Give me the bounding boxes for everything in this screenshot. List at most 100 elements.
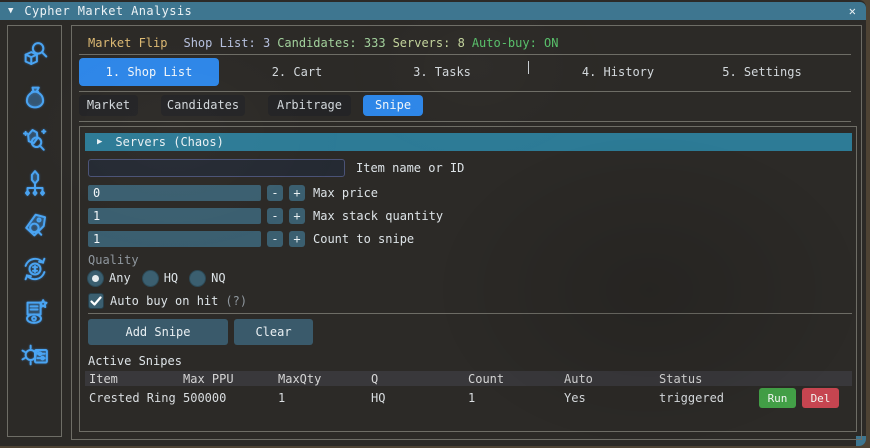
item-name-label: Item name or ID <box>356 161 464 175</box>
divider <box>79 121 851 122</box>
item-name-input[interactable] <box>88 159 345 177</box>
subtab-snipe[interactable]: Snipe <box>363 95 423 116</box>
item-name-row: Item name or ID <box>88 159 464 177</box>
stat-auto-buy: Auto-buy: ON <box>472 36 559 50</box>
count-increment-button[interactable]: + <box>289 231 305 247</box>
col-q: Q <box>371 372 468 386</box>
cell-max-qty: 1 <box>278 391 371 405</box>
quality-label: Quality <box>88 253 139 267</box>
sidebar-item-crystal-network[interactable] <box>19 167 51 198</box>
auto-buy-checkbox[interactable] <box>88 293 104 309</box>
tab-tasks[interactable]: 3. Tasks <box>413 58 471 86</box>
snipe-actions: Add Snipe Clear <box>88 319 313 345</box>
auto-buy-label[interactable]: Auto buy on hit <box>110 294 218 308</box>
divider <box>88 313 852 314</box>
money-bag-icon <box>20 82 50 112</box>
col-max-ppu: Max PPU <box>183 372 278 386</box>
settings-gear-icon <box>20 340 50 370</box>
mode-label: Market Flip <box>88 36 167 50</box>
market-exchange-icon <box>20 254 50 284</box>
tab-history[interactable]: 4. History <box>582 58 654 86</box>
max-stack-row: - + Max stack quantity <box>88 208 443 224</box>
col-count: Count <box>468 372 564 386</box>
run-button[interactable]: Run <box>759 388 796 408</box>
tab-shop-list[interactable]: 1. Shop List <box>79 58 219 86</box>
report-document-icon <box>20 297 50 327</box>
subtab-arbitrage[interactable]: Arbitrage <box>268 95 351 116</box>
sidebar <box>7 25 62 437</box>
quality-options: Any HQ NQ <box>88 270 238 286</box>
add-snipe-button[interactable]: Add Snipe <box>88 319 228 345</box>
cell-item: Crested Ring <box>89 391 183 405</box>
count-decrement-button[interactable]: - <box>267 231 283 247</box>
status-stats: Shop List: 3 Candidates: 333 Servers: 8 … <box>183 36 565 50</box>
max-stack-decrement-button[interactable]: - <box>267 208 283 224</box>
snipe-panel: ▶ Servers (Chaos) Item name or ID - + Ma… <box>79 126 857 432</box>
max-price-increment-button[interactable]: + <box>289 185 305 201</box>
count-to-snipe-row: - + Count to snipe <box>88 231 414 247</box>
auto-buy-hint[interactable]: (?) <box>225 294 247 308</box>
max-price-row: - + Max price <box>88 185 378 201</box>
snipes-table-header: Item Max PPU MaxQty Q Count Auto Status <box>85 371 852 386</box>
max-price-decrement-button[interactable]: - <box>267 185 283 201</box>
item-search-icon <box>20 39 50 69</box>
text-cursor <box>528 61 529 74</box>
radio-hq-label[interactable]: HQ <box>164 271 178 285</box>
collapse-arrow-icon[interactable]: ▶ <box>97 137 102 147</box>
cell-count: 1 <box>468 391 564 405</box>
max-stack-input[interactable] <box>88 208 261 224</box>
main-tabs: 1. Shop List 2. Cart 3. Tasks 4. History… <box>72 58 861 86</box>
sidebar-item-market-exchange[interactable] <box>19 253 51 284</box>
col-max-qty: MaxQty <box>278 372 371 386</box>
sidebar-item-item-search[interactable] <box>19 38 51 69</box>
cell-auto: Yes <box>564 391 659 405</box>
status-text: triggered <box>659 391 724 405</box>
max-price-label: Max price <box>313 186 378 200</box>
divider <box>79 91 851 92</box>
window-title: Cypher Market Analysis <box>24 4 192 18</box>
radio-hq[interactable] <box>143 271 158 286</box>
cell-status: triggered Run Del <box>659 388 852 408</box>
divider <box>79 54 851 55</box>
radio-any[interactable] <box>88 271 103 286</box>
col-item: Item <box>89 372 183 386</box>
app-window: ▼ Cypher Market Analysis ✕ <box>0 0 866 446</box>
cell-max-ppu: 500000 <box>183 391 278 405</box>
sidebar-item-report-document[interactable] <box>19 296 51 327</box>
sidebar-item-price-tag-search[interactable] <box>19 210 51 241</box>
max-price-input[interactable] <box>88 185 261 201</box>
tab-settings[interactable]: 5. Settings <box>722 58 801 86</box>
stat-candidates: Candidates: 333 <box>277 36 385 50</box>
gem-appraisal-icon <box>20 125 50 155</box>
sidebar-item-settings-gear[interactable] <box>19 339 51 370</box>
sidebar-item-money-bag[interactable] <box>19 81 51 112</box>
max-stack-increment-button[interactable]: + <box>289 208 305 224</box>
cell-q: HQ <box>371 391 468 405</box>
window-menu-icon[interactable]: ▼ <box>8 2 13 20</box>
radio-any-label[interactable]: Any <box>109 271 131 285</box>
status-header: Market Flip Shop List: 3 Candidates: 333… <box>88 36 566 50</box>
price-tag-search-icon <box>20 211 50 241</box>
max-stack-label: Max stack quantity <box>313 209 443 223</box>
active-snipes-title: Active Snipes <box>88 354 182 368</box>
checkmark-icon <box>90 295 102 307</box>
sub-tabs: Market Candidates Arbitrage Snipe <box>72 95 861 116</box>
clear-button[interactable]: Clear <box>234 319 313 345</box>
close-icon[interactable]: ✕ <box>849 4 856 18</box>
count-to-snipe-input[interactable] <box>88 231 261 247</box>
auto-buy-row: Auto buy on hit (?) <box>88 292 247 309</box>
servers-header[interactable]: ▶ Servers (Chaos) <box>85 133 852 151</box>
servers-header-label: Servers (Chaos) <box>115 135 223 149</box>
del-button[interactable]: Del <box>802 388 839 408</box>
radio-nq-label[interactable]: NQ <box>211 271 225 285</box>
count-to-snipe-label: Count to snipe <box>313 232 414 246</box>
col-status: Status <box>659 372 852 386</box>
subtab-candidates[interactable]: Candidates <box>161 95 245 116</box>
title-bar[interactable]: ▼ Cypher Market Analysis ✕ <box>0 2 866 20</box>
sidebar-item-gem-appraisal[interactable] <box>19 124 51 155</box>
stat-servers: Servers: 8 <box>393 36 465 50</box>
radio-nq[interactable] <box>190 271 205 286</box>
tab-cart[interactable]: 2. Cart <box>272 58 323 86</box>
subtab-market[interactable]: Market <box>79 95 138 116</box>
stat-shop-list: Shop List: 3 <box>183 36 270 50</box>
